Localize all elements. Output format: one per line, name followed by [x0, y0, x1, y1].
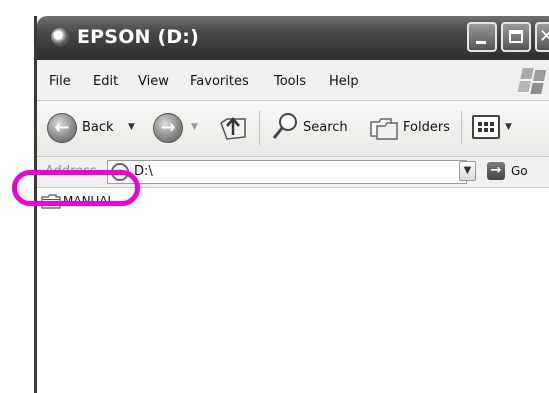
windows-logo-icon — [517, 68, 549, 94]
file-list-pane[interactable]: MANUAL — [37, 188, 549, 393]
menu-help[interactable]: Help — [329, 74, 359, 89]
menu-bar: File Edit View Favorites Tools Help — [37, 60, 549, 101]
back-button[interactable]: ← — [47, 113, 77, 143]
minimize-button[interactable] — [467, 22, 497, 52]
close-button[interactable] — [535, 22, 549, 52]
standard-toolbar: ← Back ▼ → ▼ Search Folders ▼ — [37, 101, 549, 157]
forward-arrow-icon: → — [160, 117, 176, 138]
cd-drive-icon — [51, 28, 69, 46]
address-bar: Address D:\ ▼ → Go — [37, 157, 549, 188]
go-button-label[interactable]: Go — [511, 164, 528, 178]
views-grid-icon[interactable] — [472, 115, 500, 139]
back-label[interactable]: Back — [82, 120, 114, 135]
search-icon[interactable] — [271, 111, 299, 141]
go-arrow-icon[interactable]: → — [487, 162, 505, 180]
title-bar[interactable]: EPSON (D:) — [37, 16, 549, 60]
address-value[interactable]: D:\ — [134, 164, 153, 179]
address-dropdown-button[interactable]: ▼ — [459, 161, 476, 181]
menu-view[interactable]: View — [138, 74, 169, 89]
views-dropdown-arrow-icon[interactable]: ▼ — [505, 122, 512, 132]
cd-drive-icon — [111, 163, 129, 181]
toolbar-separator — [259, 111, 260, 145]
folder-icon — [41, 194, 61, 209]
menu-file[interactable]: File — [49, 74, 71, 89]
search-label[interactable]: Search — [303, 120, 348, 135]
menu-favorites[interactable]: Favorites — [190, 74, 249, 89]
maximize-button[interactable] — [501, 22, 531, 52]
toolbar-separator — [461, 111, 462, 145]
up-folder-icon[interactable] — [217, 111, 249, 143]
window-title: EPSON (D:) — [77, 26, 199, 48]
explorer-window: EPSON (D:) File Edit View Favorites Tool… — [34, 16, 549, 393]
back-arrow-icon: ← — [54, 117, 70, 138]
menu-edit[interactable]: Edit — [93, 74, 118, 89]
folder-name[interactable]: MANUAL — [63, 194, 114, 208]
folders-label[interactable]: Folders — [403, 120, 450, 135]
address-label: Address — [45, 164, 97, 179]
back-dropdown-arrow-icon[interactable]: ▼ — [128, 122, 135, 132]
folders-icon[interactable] — [369, 114, 399, 140]
forward-button[interactable]: → — [153, 113, 183, 143]
forward-dropdown-arrow-icon[interactable]: ▼ — [191, 122, 198, 132]
address-input[interactable]: D:\ — [107, 160, 467, 184]
menu-tools[interactable]: Tools — [274, 74, 306, 89]
